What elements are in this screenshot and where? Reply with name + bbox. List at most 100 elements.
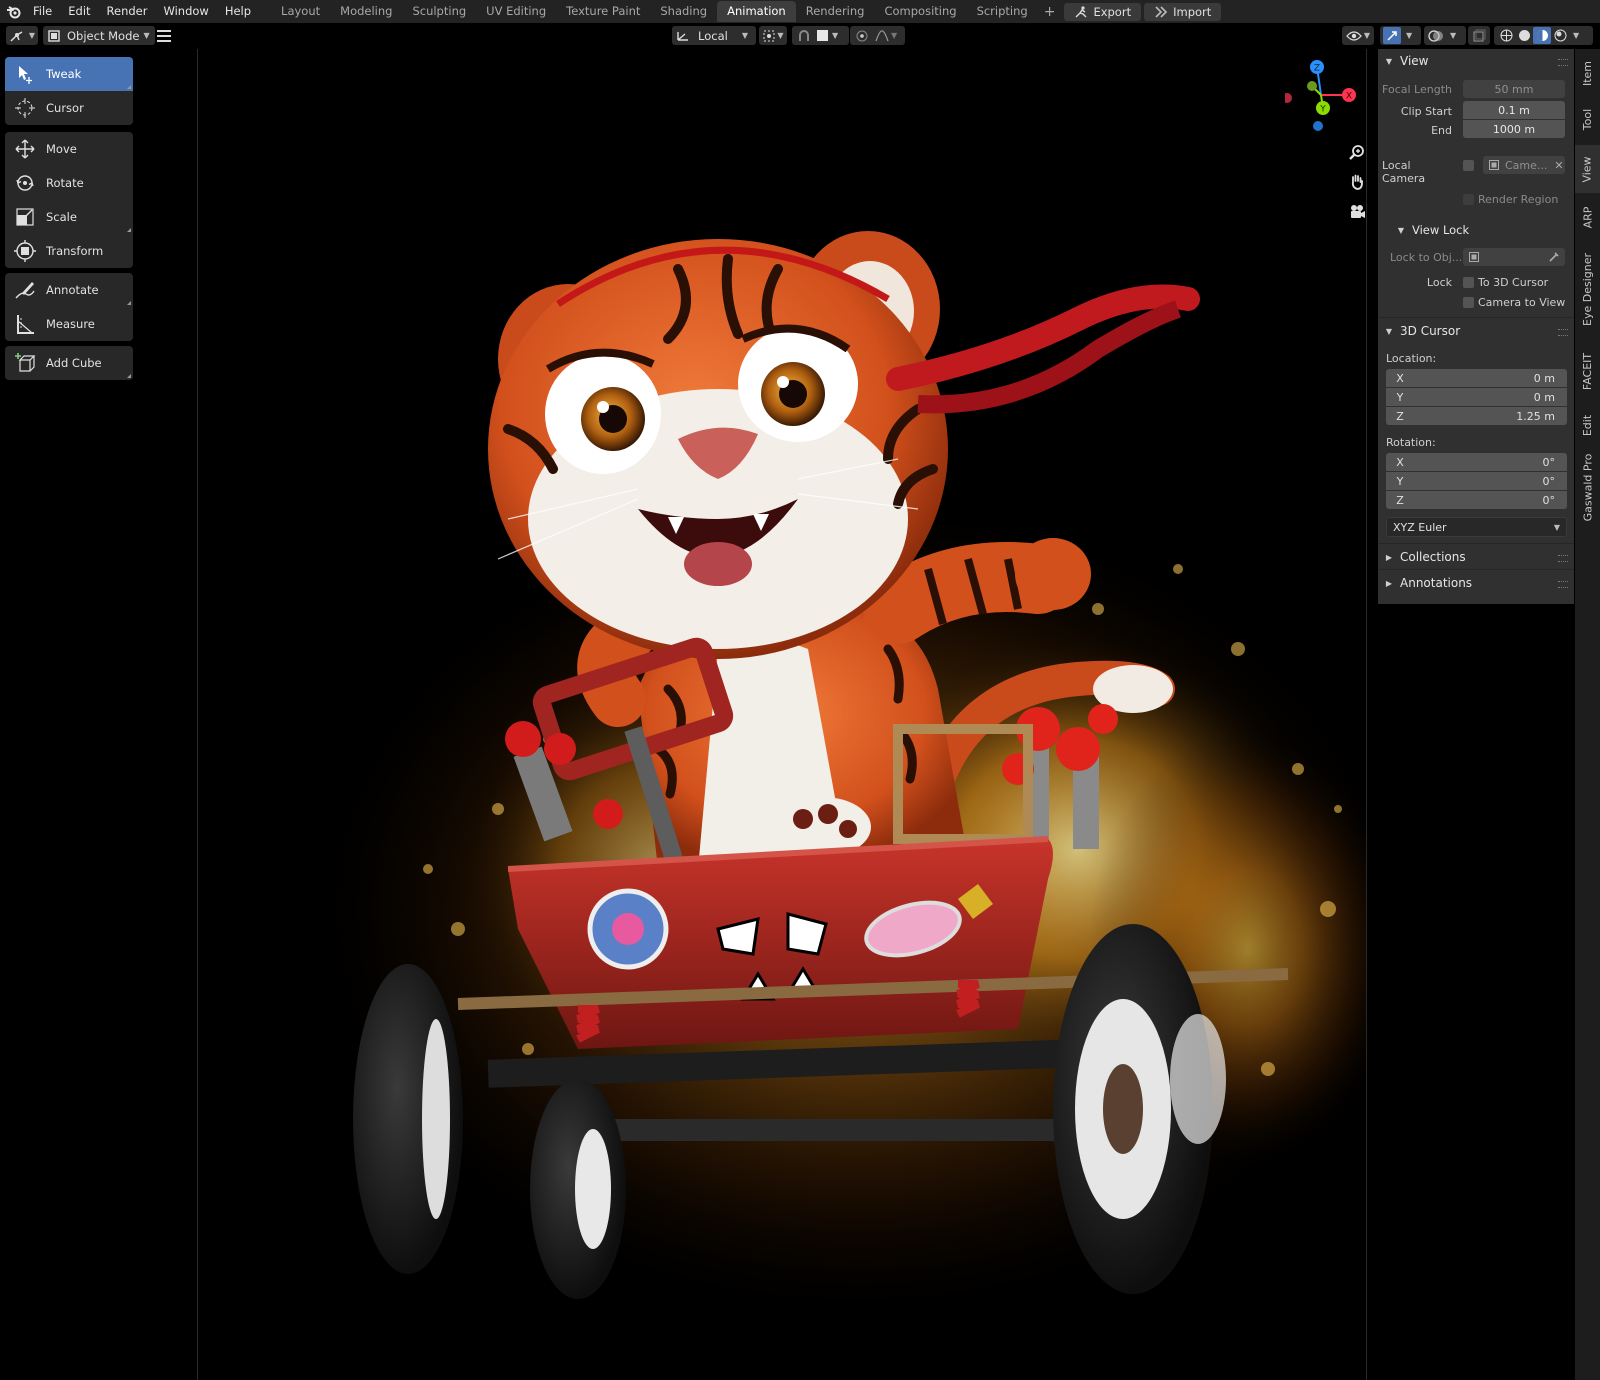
snap-button[interactable]: ▼ (792, 26, 849, 45)
proportional-editing-button[interactable]: ▼ (850, 26, 905, 45)
navigation-gizmo[interactable]: Z X Y (1282, 55, 1385, 145)
tool-transform[interactable]: Transform (5, 234, 133, 268)
rotation-y-field[interactable]: Y 0° (1386, 472, 1567, 490)
tab-view[interactable]: View (1575, 145, 1600, 193)
collections-section-header[interactable]: ▶ Collections (1378, 545, 1574, 569)
lock-to-3d-cursor-checkbox[interactable] (1463, 277, 1474, 288)
solid-shading-icon[interactable] (1515, 27, 1533, 44)
view-lock-subheader[interactable]: ▼ View Lock (1390, 218, 1570, 242)
pivot-point-button[interactable]: ▼ (759, 26, 787, 45)
editor-type-button[interactable]: ▼ (6, 26, 38, 45)
rotation-x-field[interactable]: X 0° (1386, 453, 1567, 471)
camera-to-view-checkbox[interactable] (1463, 297, 1474, 308)
drag-handle-icon[interactable] (1558, 59, 1568, 66)
local-camera-field[interactable]: Came... ✕ (1483, 156, 1565, 174)
tab-animation[interactable]: Animation (717, 1, 796, 22)
hamburger-menu-icon[interactable] (157, 28, 171, 42)
annotations-section-header[interactable]: ▶ Annotations (1378, 571, 1574, 595)
menu-file[interactable]: File (25, 0, 60, 23)
location-x-field[interactable]: X 0 m (1386, 369, 1567, 387)
lock-to-object-field[interactable] (1463, 248, 1565, 266)
camera-view-icon[interactable] (1344, 199, 1370, 225)
tab-texture-paint[interactable]: Texture Paint (556, 1, 650, 22)
gizmos-toggle-button[interactable]: ▼ (1380, 26, 1421, 45)
pan-hand-icon[interactable] (1344, 169, 1370, 195)
tab-scripting[interactable]: Scripting (967, 1, 1038, 22)
rendered-scene-image (298, 231, 1366, 1329)
location-z-field[interactable]: Z 1.25 m (1386, 407, 1567, 425)
transform-orientation-select[interactable]: Local ▼ (672, 26, 756, 45)
menu-window[interactable]: Window (155, 0, 216, 23)
focal-length-field[interactable]: 50 mm (1463, 80, 1565, 98)
tool-label: Move (46, 142, 77, 156)
clear-x-icon[interactable]: ✕ (1554, 159, 1563, 172)
tool-rotate[interactable]: Rotate (5, 166, 133, 200)
render-region-checkbox[interactable] (1463, 194, 1474, 205)
tab-faceit[interactable]: FACEIT (1575, 341, 1600, 401)
section-title: Annotations (1400, 576, 1473, 590)
scale-icon (12, 204, 38, 230)
tool-annotate[interactable]: Annotate (5, 273, 133, 307)
viewport-divider[interactable] (1366, 49, 1367, 1380)
add-workspace-button[interactable]: + (1038, 4, 1062, 20)
chevron-down-icon[interactable]: ▼ (1573, 31, 1579, 40)
tool-label: Cursor (46, 101, 84, 115)
tab-uv-editing[interactable]: UV Editing (476, 1, 556, 22)
axis-value: 0° (1542, 474, 1556, 488)
tab-shading[interactable]: Shading (650, 1, 717, 22)
view-section-header[interactable]: ▼ View (1378, 49, 1574, 73)
3d-viewport[interactable] (198, 49, 1366, 1380)
tab-modeling[interactable]: Modeling (330, 1, 402, 22)
mode-select[interactable]: Object Mode ▼ (43, 26, 155, 45)
tab-sculpting[interactable]: Sculpting (402, 1, 476, 22)
blender-logo-icon[interactable] (3, 0, 25, 23)
local-camera-checkbox[interactable] (1463, 160, 1474, 171)
tool-group-add: Add Cube (5, 346, 133, 380)
location-y-field[interactable]: Y 0 m (1386, 388, 1567, 406)
tab-compositing[interactable]: Compositing (874, 1, 966, 22)
tab-layout[interactable]: Layout (271, 1, 330, 22)
menu-render[interactable]: Render (99, 0, 156, 23)
chevron-down-icon: ▼ (28, 31, 36, 40)
rendered-shading-icon[interactable] (1551, 27, 1569, 44)
tool-tweak[interactable]: Tweak (5, 57, 133, 91)
tool-label: Tweak (46, 67, 82, 81)
clip-end-field[interactable]: 1000 m (1463, 120, 1565, 138)
tab-item[interactable]: Item (1575, 53, 1600, 93)
material-preview-shading-icon[interactable] (1533, 27, 1551, 44)
clip-start-field[interactable]: 0.1 m (1463, 101, 1565, 119)
tool-move[interactable]: Move (5, 132, 133, 166)
rotation-label: Rotation: (1386, 436, 1436, 449)
tool-scale[interactable]: Scale (5, 200, 133, 234)
rotation-mode-select[interactable]: XYZ Euler ▼ (1386, 517, 1567, 537)
drag-handle-icon[interactable] (1558, 555, 1568, 562)
tab-gaswald-pro[interactable]: Gaswald Pro (1575, 449, 1600, 525)
import-button[interactable]: Import (1144, 2, 1222, 21)
3d-cursor-section-header[interactable]: ▼ 3D Cursor (1378, 319, 1574, 343)
sidebar-panel: ▼ View Focal Length 50 mm Clip Start 0.1… (1378, 49, 1574, 604)
menu-edit[interactable]: Edit (60, 0, 98, 23)
tool-add-cube[interactable]: Add Cube (5, 346, 133, 380)
wireframe-shading-icon[interactable] (1497, 27, 1515, 44)
tab-tool[interactable]: Tool (1575, 97, 1600, 141)
tab-eye-designer[interactable]: Eye Designer (1575, 241, 1600, 337)
expand-triangle-icon: ▼ (1385, 326, 1393, 336)
overlays-button[interactable]: ▼ (1424, 26, 1466, 45)
menu-help[interactable]: Help (217, 0, 259, 23)
tab-arp[interactable]: ARP (1575, 197, 1600, 237)
tab-rendering[interactable]: Rendering (796, 1, 875, 22)
export-button[interactable]: Export (1064, 2, 1142, 21)
collapsed-triangle-icon: ▶ (1385, 578, 1393, 588)
drag-handle-icon[interactable] (1558, 581, 1568, 588)
drag-handle-icon[interactable] (1558, 329, 1568, 336)
tool-cursor[interactable]: Cursor (5, 91, 133, 125)
axis-label: X (1396, 455, 1404, 469)
axis-value: 1.25 m (1516, 409, 1555, 423)
zoom-icon[interactable] (1344, 140, 1370, 166)
rotation-z-field[interactable]: Z 0° (1386, 491, 1567, 509)
eyedropper-icon[interactable] (1548, 251, 1560, 263)
tab-edit[interactable]: Edit (1575, 405, 1600, 445)
xray-toggle-button[interactable] (1468, 26, 1490, 45)
tool-measure[interactable]: Measure (5, 307, 133, 341)
object-visibility-button[interactable]: ▼ (1342, 26, 1374, 45)
